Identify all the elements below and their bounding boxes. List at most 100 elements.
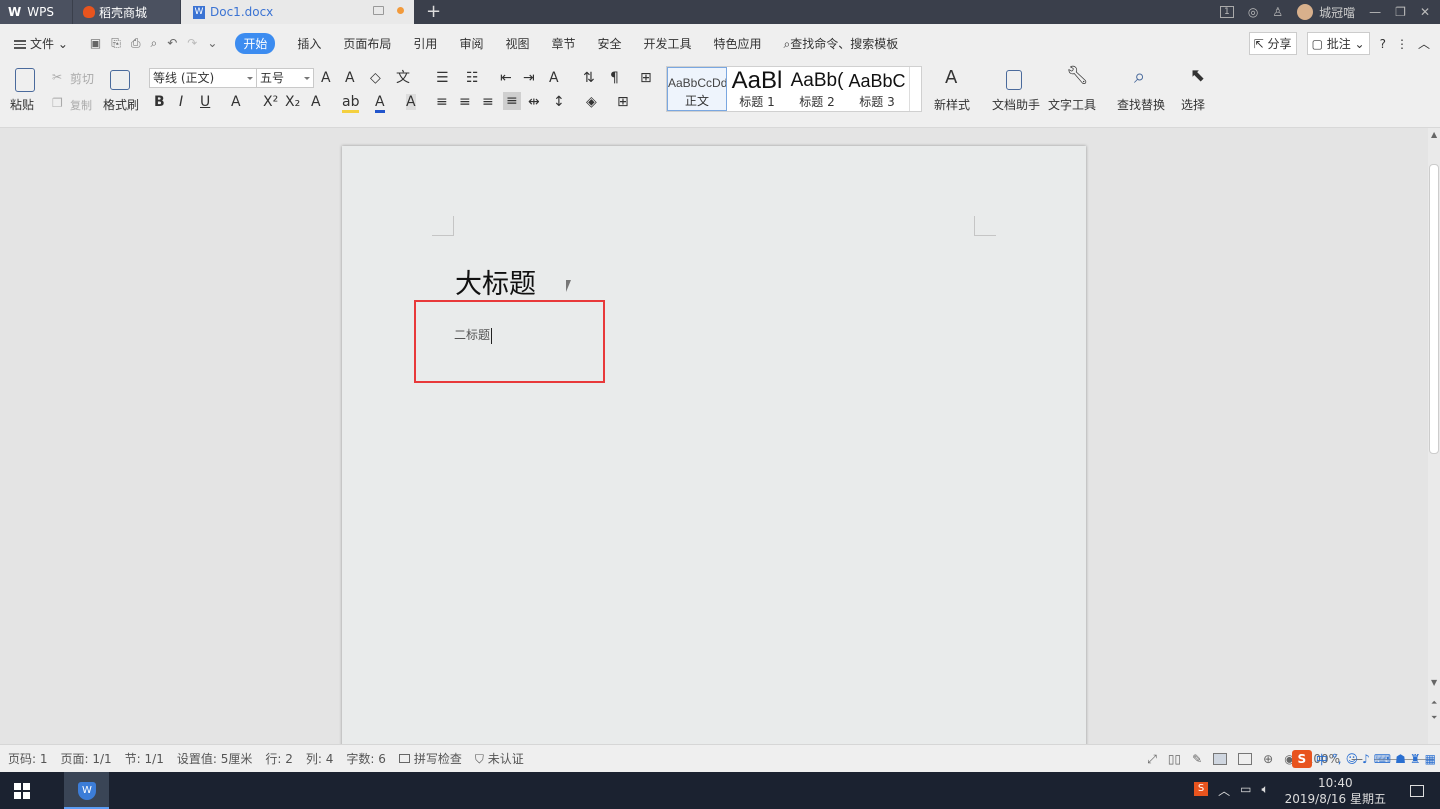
command-search[interactable]: ⌕查找命令、搜索模板 <box>784 35 899 52</box>
show-marks-icon[interactable]: ¶ <box>610 70 619 86</box>
collapse-ribbon-icon[interactable]: ︿ <box>1418 35 1430 52</box>
style-heading-2[interactable]: AaBb( 标题 2 <box>787 67 847 111</box>
more-options-icon[interactable]: ⋮ <box>1396 37 1408 51</box>
highlight-icon[interactable]: ab <box>342 94 360 113</box>
cut-button[interactable]: 剪切 <box>70 70 94 87</box>
tab-review[interactable]: 审阅 <box>459 35 483 52</box>
share-button[interactable]: ⇱ 分享 <box>1248 32 1297 55</box>
tab-doc1[interactable]: W Doc1.docx <box>181 0 414 24</box>
grow-font-icon[interactable]: A <box>321 70 331 86</box>
brush-icon[interactable] <box>110 70 130 90</box>
next-page-icon[interactable]: ⏷ <box>1431 713 1437 723</box>
avatar[interactable] <box>1297 4 1314 20</box>
tray-up-arrow-icon[interactable]: ︿ <box>1218 782 1230 799</box>
keyboard-icon[interactable]: ⌨ <box>1374 752 1391 766</box>
style-normal[interactable]: AaBbCcDd 正文 <box>667 67 727 111</box>
outline-view-icon[interactable] <box>1238 753 1253 765</box>
style-heading-3[interactable]: AaBbC 标题 3 <box>847 67 907 111</box>
doc-helper-button[interactable]: 文档助手 <box>992 96 1040 113</box>
styles-scroll[interactable] <box>909 67 921 111</box>
tab-home[interactable]: 开始 <box>235 32 276 54</box>
undo-icon[interactable]: ↶ <box>167 36 177 51</box>
status-page-number[interactable]: 页码: 1 <box>8 750 48 767</box>
user-icon[interactable]: ☗ <box>1395 752 1406 766</box>
help-icon[interactable]: ? <box>1380 37 1386 51</box>
align-center-icon[interactable]: ≡ <box>459 94 471 110</box>
clear-format-icon[interactable]: ◇ <box>370 70 381 86</box>
scroll-down-icon[interactable]: ▼ <box>1431 678 1437 687</box>
fullscreen-icon[interactable]: ⤢ <box>1147 752 1157 767</box>
strikethrough-icon[interactable]: A <box>231 94 241 110</box>
heading-text[interactable]: 大标题 <box>455 262 536 301</box>
pointer-icon[interactable]: ⬉ <box>1190 67 1205 85</box>
superscript-icon[interactable]: X² <box>263 94 278 110</box>
read-mode-icon[interactable]: ▯▯ <box>1168 752 1181 766</box>
pen-icon[interactable]: ✎ <box>1192 752 1202 766</box>
copy-button[interactable]: 复制 <box>70 97 92 113</box>
username[interactable]: 城冠噹 <box>1319 4 1355 21</box>
ime-lang[interactable]: 中 <box>1316 751 1328 768</box>
doc-helper-icon[interactable] <box>1006 70 1022 90</box>
tab-view[interactable]: 视图 <box>505 35 529 52</box>
sort-icon[interactable]: ⇅ <box>583 70 595 86</box>
monitor-icon[interactable] <box>373 6 384 15</box>
font-color-icon[interactable]: A <box>375 94 385 113</box>
text-direction-icon[interactable]: A <box>549 70 559 86</box>
select-button[interactable]: 选择 <box>1181 96 1205 113</box>
tab-security[interactable]: 安全 <box>597 35 621 52</box>
paste-button[interactable]: 粘贴 <box>10 96 34 113</box>
emoji-icon[interactable]: ☺ <box>1346 752 1359 766</box>
tab-special-apps[interactable]: 特色应用 <box>714 35 762 52</box>
decrease-indent-icon[interactable]: ⇤ <box>500 70 512 86</box>
file-menu[interactable]: 文件 ⌄ <box>14 35 68 52</box>
line-spacing-icon[interactable]: ↕ <box>553 94 565 110</box>
new-style-button[interactable]: 新样式 <box>934 96 970 113</box>
page-badge[interactable]: 1 <box>1219 6 1234 18</box>
save-icon[interactable]: ▣ <box>90 36 101 51</box>
tab-section[interactable]: 章节 <box>551 35 575 52</box>
notification-icon[interactable] <box>1410 784 1424 797</box>
paste-icon[interactable] <box>15 68 35 92</box>
table-frame-icon[interactable]: ⊞ <box>640 70 652 86</box>
clock[interactable]: 10:40 2019/8/16 星期五 <box>1285 775 1386 807</box>
italic-icon[interactable]: I <box>179 94 183 110</box>
taskbar-wps-app[interactable]: W <box>64 772 109 809</box>
magnifier-icon[interactable]: ⌕ <box>1134 66 1145 86</box>
shirt-icon[interactable]: ♙ <box>1272 5 1283 19</box>
print-preview-icon[interactable]: ⌕ <box>150 36 157 51</box>
tab-insert[interactable]: 插入 <box>297 35 321 52</box>
shading-icon[interactable]: ◈ <box>586 94 597 110</box>
underline-icon[interactable]: U <box>200 94 210 110</box>
minimize-icon[interactable]: — <box>1369 5 1381 19</box>
bullets-icon[interactable]: ☰ <box>436 70 449 86</box>
status-word-count[interactable]: 字数: 6 <box>346 750 386 767</box>
bold-icon[interactable]: B <box>154 94 165 110</box>
numbering-icon[interactable]: ☷ <box>466 70 479 86</box>
punct-icon[interactable]: °, <box>1332 752 1342 766</box>
tab-references[interactable]: 引用 <box>413 35 437 52</box>
new-tab-button[interactable]: + <box>426 1 441 22</box>
format-painter-button[interactable]: 格式刷 <box>103 96 139 113</box>
style-heading-1[interactable]: AaBl 标题 1 <box>727 67 787 111</box>
sogou-logo-icon[interactable]: S <box>1291 750 1312 768</box>
sogou-tray-icon[interactable]: S <box>1194 782 1209 796</box>
export-icon[interactable]: ⎘ <box>111 36 121 51</box>
text-effect-icon[interactable]: A <box>311 94 321 110</box>
grid-menu-icon[interactable]: ▦ <box>1425 752 1436 766</box>
align-right-icon[interactable]: ≡ <box>482 94 494 110</box>
page-view-icon[interactable] <box>1213 753 1228 765</box>
scroll-up-icon[interactable]: ▲ <box>1431 130 1437 139</box>
prev-page-icon[interactable]: ⏶ <box>1431 698 1437 708</box>
tab-wps[interactable]: W WPS <box>0 0 72 24</box>
text-tools-button[interactable]: 文字工具 <box>1048 96 1096 113</box>
unsaved-dot-icon[interactable] <box>397 7 404 14</box>
increase-indent-icon[interactable]: ⇥ <box>523 70 535 86</box>
mic-icon[interactable]: ♪ <box>1362 752 1370 766</box>
tab-developer[interactable]: 开发工具 <box>644 35 692 52</box>
close-icon[interactable]: ✕ <box>1420 5 1430 19</box>
font-size-select[interactable]: 五号 <box>256 68 314 88</box>
find-replace-button[interactable]: 查找替换 <box>1117 96 1165 113</box>
spell-check-button[interactable]: 拼写检查 <box>398 750 462 767</box>
web-view-icon[interactable]: ⊕ <box>1263 752 1273 766</box>
vertical-scrollbar[interactable]: ▲ ▼ ⏶ ⏷ <box>1428 128 1440 744</box>
